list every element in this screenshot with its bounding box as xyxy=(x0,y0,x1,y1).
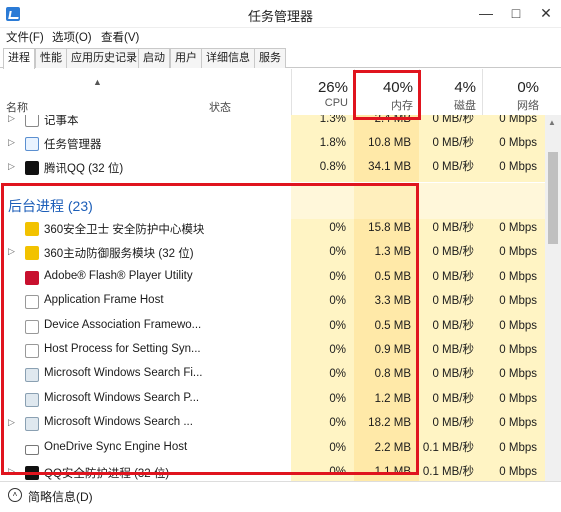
tab-strip: 进程 性能 应用历史记录 启动 用户 详细信息 服务 xyxy=(0,48,561,69)
disk-value: 0 MB/秒 xyxy=(419,134,482,159)
memory-highlight-box xyxy=(353,70,421,120)
disk-value: 0 MB/秒 xyxy=(419,414,482,439)
network-percent: 0% xyxy=(517,79,539,96)
column-status[interactable]: 状态 xyxy=(209,99,231,115)
scrollbar-thumb[interactable] xyxy=(548,152,558,244)
process-name: 腾讯QQ (32 位) xyxy=(44,163,124,175)
collapse-chevron-icon[interactable]: ˄ xyxy=(8,488,22,502)
network-value: 0 Mbps xyxy=(482,463,545,481)
tab-performance[interactable]: 性能 xyxy=(35,48,67,68)
process-name: 记事本 xyxy=(44,115,79,127)
cpu-label: CPU xyxy=(324,97,348,109)
cpu-percent: 26% xyxy=(317,79,348,96)
minimize-button[interactable]: — xyxy=(470,0,502,26)
tab-details[interactable]: 详细信息 xyxy=(201,48,255,68)
disk-value: 0 MB/秒 xyxy=(419,115,482,135)
process-row[interactable]: ▷ 任务管理器 1.8% 10.8 MB 0 MB/秒 0 Mbps xyxy=(0,134,545,159)
menu-view[interactable]: 查看(V) xyxy=(101,29,139,45)
disk-value: 0 MB/秒 xyxy=(419,292,482,317)
expand-chevron-icon[interactable]: ▷ xyxy=(8,161,15,172)
disk-value: 0 MB/秒 xyxy=(419,267,482,293)
process-name: 任务管理器 xyxy=(44,139,102,151)
expand-chevron-icon[interactable]: ▷ xyxy=(8,115,15,124)
task-manager-icon xyxy=(25,137,39,151)
disk-percent: 4% xyxy=(454,79,476,96)
disk-value: 0 MB/秒 xyxy=(419,341,482,366)
menu-file[interactable]: 文件(F) xyxy=(6,29,44,45)
disk-value: 0.1 MB/秒 xyxy=(419,438,482,463)
column-name[interactable]: 名称 xyxy=(6,99,28,115)
network-value: 0 Mbps xyxy=(482,267,545,293)
column-header: ▲ 名称 状态 26% CPU 40% 内存 4% 磁盘 0% 网络 xyxy=(0,69,545,115)
network-value: 0 Mbps xyxy=(482,341,545,366)
cpu-value: 1.3% xyxy=(291,115,354,135)
disk-value: 0 MB/秒 xyxy=(419,158,482,183)
sort-up-icon: ▲ xyxy=(93,77,102,87)
disk-value: 0 MB/秒 xyxy=(419,243,482,268)
network-value: 0 Mbps xyxy=(482,115,545,135)
column-disk[interactable]: 4% 磁盘 xyxy=(419,69,482,115)
network-value: 0 Mbps xyxy=(482,243,545,268)
tab-services[interactable]: 服务 xyxy=(254,48,286,68)
menu-options[interactable]: 选项(O) xyxy=(52,29,92,45)
tab-processes[interactable]: 进程 xyxy=(3,48,35,69)
tab-app-history[interactable]: 应用历史记录 xyxy=(66,48,142,68)
memory-value: 10.8 MB xyxy=(354,134,419,159)
fewer-details-link[interactable]: 简略信息(D) xyxy=(28,488,93,505)
expand-chevron-icon[interactable]: ▷ xyxy=(8,137,15,148)
network-value: 0 Mbps xyxy=(482,365,545,390)
footer-bar: ˄ 简略信息(D) xyxy=(0,481,561,512)
notepad-icon xyxy=(25,115,39,127)
cpu-value: 0.8% xyxy=(291,158,354,183)
column-cpu[interactable]: 26% CPU xyxy=(291,69,354,115)
title-bar: 任务管理器 — □ ✕ xyxy=(0,0,561,28)
network-value: 0 Mbps xyxy=(482,292,545,317)
network-blank xyxy=(482,189,545,219)
network-label: 网络 xyxy=(517,100,539,112)
network-value: 0 Mbps xyxy=(482,316,545,341)
scroll-up-icon[interactable]: ▲ xyxy=(548,118,556,127)
disk-value: 0 MB/秒 xyxy=(419,389,482,415)
close-button[interactable]: ✕ xyxy=(530,0,561,26)
network-value: 0 Mbps xyxy=(482,414,545,439)
qq-icon xyxy=(25,161,39,175)
network-value: 0 Mbps xyxy=(482,219,545,244)
disk-label: 磁盘 xyxy=(454,100,476,112)
network-value: 0 Mbps xyxy=(482,438,545,463)
background-processes-highlight-box xyxy=(1,183,419,475)
disk-value: 0 MB/秒 xyxy=(419,219,482,244)
process-row[interactable]: ▷ 记事本 1.3% 2.4 MB 0 MB/秒 0 Mbps xyxy=(0,115,545,135)
network-value: 0 Mbps xyxy=(482,389,545,415)
network-value: 0 Mbps xyxy=(482,134,545,159)
menu-bar: 文件(F) 选项(O) 查看(V) xyxy=(0,28,561,46)
network-value: 0 Mbps xyxy=(482,158,545,183)
disk-blank xyxy=(419,189,482,219)
tab-users[interactable]: 用户 xyxy=(170,48,202,68)
disk-value: 0 MB/秒 xyxy=(419,316,482,341)
process-row[interactable]: ▷ 腾讯QQ (32 位) 0.8% 34.1 MB 0 MB/秒 0 Mbps xyxy=(0,158,545,183)
maximize-button[interactable]: □ xyxy=(500,0,532,26)
cpu-value: 1.8% xyxy=(291,134,354,159)
disk-value: 0.1 MB/秒 xyxy=(419,463,482,481)
memory-value: 34.1 MB xyxy=(354,158,419,183)
column-network[interactable]: 0% 网络 xyxy=(482,69,545,115)
tab-startup[interactable]: 启动 xyxy=(138,48,170,68)
disk-value: 0 MB/秒 xyxy=(419,365,482,390)
